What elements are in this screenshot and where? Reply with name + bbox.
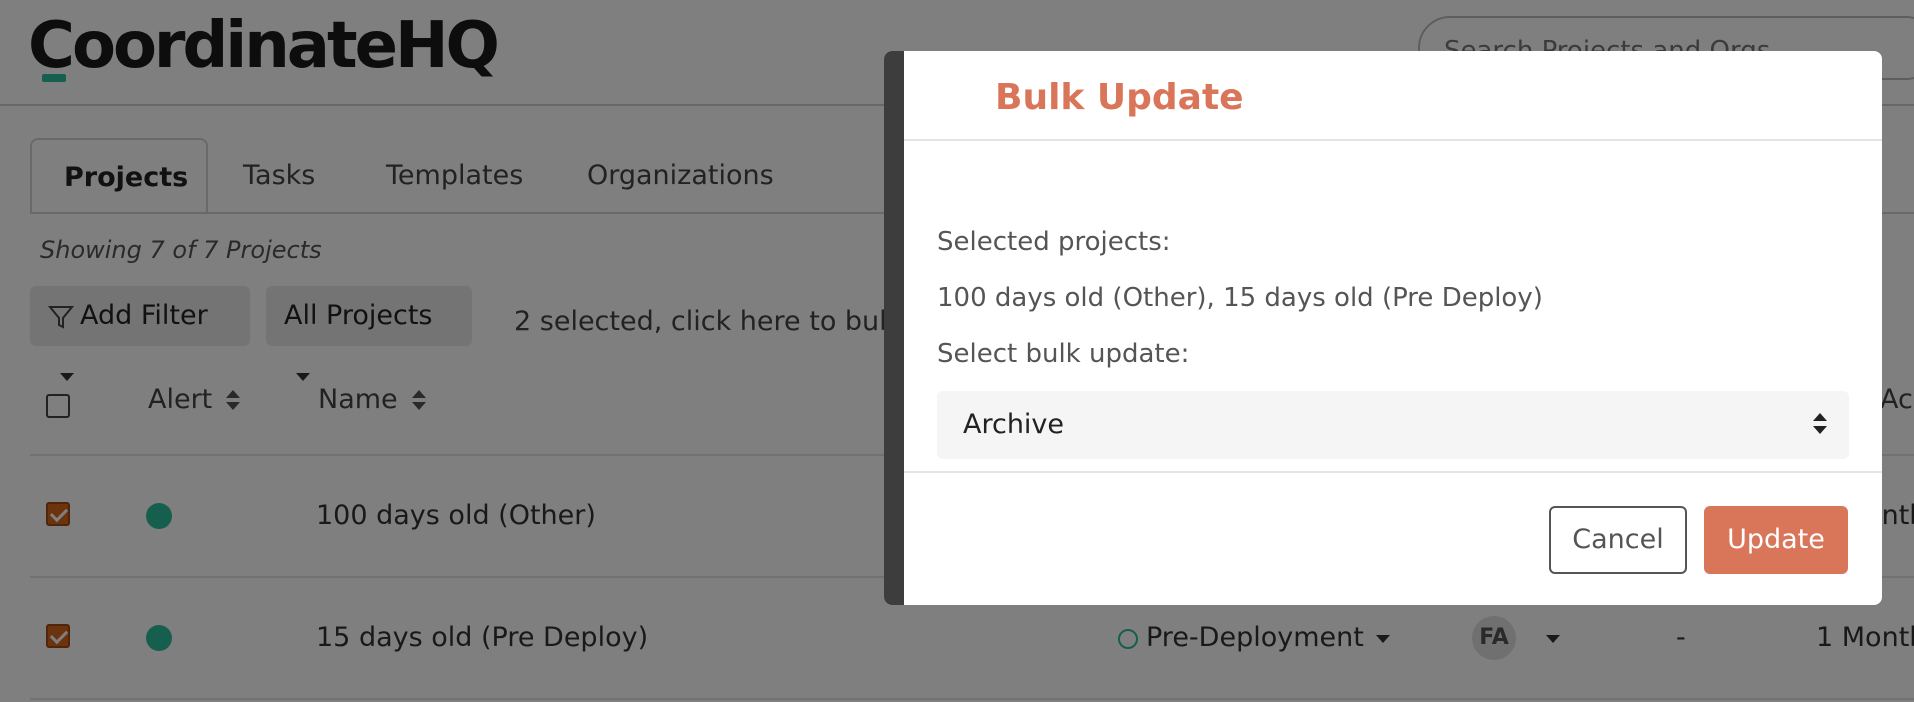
selected-projects-label: Selected projects: (937, 227, 1171, 257)
bulk-update-select[interactable]: Archive (937, 391, 1849, 459)
select-arrows-icon (1813, 413, 1827, 437)
selected-projects-value: 100 days old (Other), 15 days old (Pre D… (937, 283, 1543, 313)
select-bulk-update-label: Select bulk update: (937, 339, 1190, 369)
modal-title: Bulk Update (995, 77, 1244, 118)
cancel-button[interactable]: Cancel (1549, 506, 1687, 574)
bulk-update-select-value: Archive (963, 409, 1065, 440)
modal-side-bar (884, 51, 904, 605)
modal-header: Bulk Update (904, 51, 1882, 141)
update-button[interactable]: Update (1704, 506, 1848, 574)
bulk-update-modal: Bulk Update Selected projects: 100 days … (884, 51, 1882, 605)
modal-footer-divider (904, 471, 1882, 473)
